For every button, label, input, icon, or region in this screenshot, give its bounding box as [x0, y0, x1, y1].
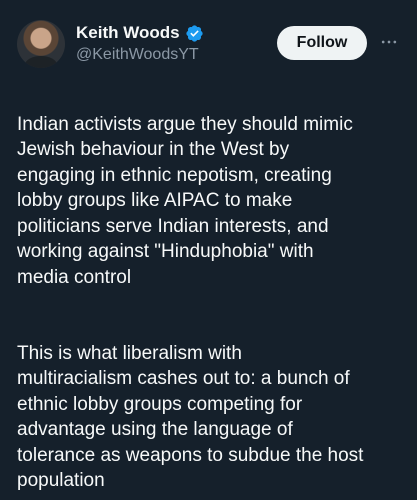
author-info: Keith Woods @KeithWoodsYT [76, 23, 204, 65]
display-name[interactable]: Keith Woods [76, 23, 180, 43]
tweet-card: Keith Woods @KeithWoodsYT Follow Indian … [0, 0, 417, 500]
name-row: Keith Woods [76, 23, 204, 43]
follow-button[interactable]: Follow [277, 26, 367, 60]
verified-badge-icon [185, 24, 204, 43]
tweet-paragraph-1: Indian activists argue they should mimic… [17, 113, 353, 288]
tweet-text: Indian activists argue they should mimic… [17, 86, 409, 500]
tweet-paragraph-2: This is what liberalism with multiracial… [17, 342, 364, 492]
handle[interactable]: @KeithWoodsYT [76, 45, 204, 65]
more-horizontal-icon[interactable] [377, 30, 401, 54]
avatar[interactable] [17, 20, 65, 68]
